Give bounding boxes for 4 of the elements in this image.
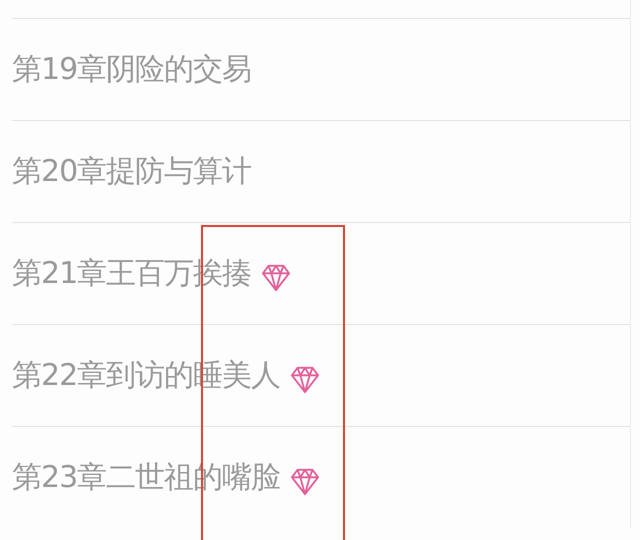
- chapter-title: 第19章阴险的交易: [12, 51, 252, 89]
- chapter-title: 第20章提防与算计: [12, 153, 252, 191]
- chapter-item[interactable]: 第20章提防与算计: [12, 120, 630, 222]
- chapter-item[interactable]: 第19章阴险的交易: [12, 18, 630, 120]
